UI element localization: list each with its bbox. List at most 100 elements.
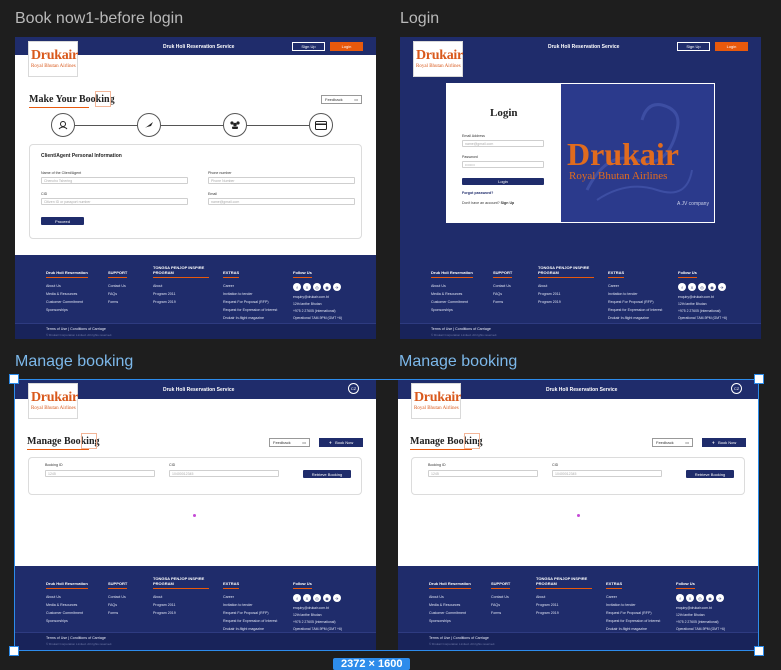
- instagram-icon[interactable]: ◎: [698, 283, 706, 291]
- contact-email: enquiry@drukair.com.bt: [678, 295, 714, 299]
- youtube-icon[interactable]: ◉: [708, 283, 716, 291]
- footer-link[interactable]: Program 2019: [538, 298, 594, 306]
- feedback-button[interactable]: Feedback ▭: [321, 95, 362, 104]
- contact-hours: Operational 7AM-9PM (GMT +6): [293, 316, 343, 320]
- title-orange-box: [95, 91, 111, 107]
- footer-link[interactable]: Contact Us: [108, 282, 127, 290]
- footer-link[interactable]: Program 2011: [538, 290, 594, 298]
- footer-link[interactable]: Drukair In-flight magazine: [608, 314, 662, 322]
- footer: Druk Holi Reservation About Us Media & R…: [15, 255, 376, 328]
- footer-heading: TONGSA PENJOP INSPIRE PROGRAM: [153, 265, 209, 278]
- footer-link[interactable]: Program 2019: [153, 298, 209, 306]
- footer-link[interactable]: Request for Expression of Interest: [608, 306, 662, 314]
- footer-link[interactable]: About Us: [46, 282, 88, 290]
- telegram-icon[interactable]: ✈: [718, 283, 726, 291]
- frame-login[interactable]: Druk Holi Reservation Service Sign Up Lo…: [400, 37, 761, 339]
- footer-link[interactable]: Sponsorships: [46, 306, 88, 314]
- card-step-icon[interactable]: [309, 113, 333, 137]
- footer-link[interactable]: Media & Resources: [431, 290, 473, 298]
- personal-info-card: Client/Agent Personal Information Name o…: [29, 144, 362, 239]
- no-account-text: Don't have an account? Sign Up: [462, 201, 514, 205]
- footer-heading: Follow Us: [293, 270, 312, 278]
- contact-email: enquiry@drukair.com.bt: [293, 295, 329, 299]
- frame-label-login[interactable]: Login: [400, 10, 439, 28]
- logo-sub: Royal Bhutan Airlines: [31, 64, 76, 69]
- login-submit-button[interactable]: Login: [462, 178, 544, 185]
- group-step-icon[interactable]: [223, 113, 247, 137]
- footer-link[interactable]: Sponsorships: [431, 306, 473, 314]
- signup-button[interactable]: Sign Up: [292, 42, 325, 51]
- footer-col-5: Follow Us f X ◎ ◉ ✈ enquiry@drukair.com.…: [293, 261, 342, 322]
- footer-link[interactable]: Media & Resources: [46, 290, 88, 298]
- frame-label-manage-2[interactable]: Manage booking: [399, 353, 517, 371]
- footer-link[interactable]: Customer Commitment: [46, 298, 88, 306]
- terms-link[interactable]: Terms of Use | Conditions of Carriage: [46, 327, 106, 331]
- email-label: Email Address: [462, 134, 485, 138]
- drukair-logo[interactable]: Drukair Royal Bhutan Airlines: [28, 41, 78, 77]
- login-button[interactable]: Login: [330, 42, 363, 51]
- footer-col-1: Druk Holi Reservation About Us Media & R…: [431, 261, 473, 314]
- footer-link[interactable]: Drukair In-flight magazine: [223, 314, 277, 322]
- email-field[interactable]: name@gmail.com: [462, 140, 544, 147]
- footer-heading: Druk Holi Reservation: [431, 270, 473, 278]
- user-step-icon[interactable]: [51, 113, 75, 137]
- phone-input[interactable]: Phone Number: [208, 177, 355, 184]
- selection-outline[interactable]: [14, 379, 759, 651]
- field-label: CID: [41, 192, 48, 196]
- signup-button[interactable]: Sign Up: [677, 42, 710, 51]
- email-input[interactable]: name@gmail.com: [208, 198, 355, 205]
- footer-link[interactable]: Career: [608, 282, 662, 290]
- footer-link[interactable]: Request for Expression of Interest: [223, 306, 277, 314]
- facebook-icon[interactable]: f: [678, 283, 686, 291]
- resize-handle-bottom-left[interactable]: [9, 646, 19, 656]
- footer-link[interactable]: Request For Proposal (RFP): [608, 298, 662, 306]
- cid-input[interactable]: Citizen ID or passport number: [41, 198, 188, 205]
- nav-title: Druk Holi Reservation Service: [163, 44, 235, 50]
- resize-handle-top-left[interactable]: [9, 374, 19, 384]
- plane-step-icon[interactable]: [137, 113, 161, 137]
- youtube-icon[interactable]: ◉: [323, 283, 331, 291]
- frame-book-now[interactable]: Druk Holi Reservation Service Sign Up Lo…: [15, 37, 376, 339]
- footer-heading: SUPPORT: [108, 270, 128, 278]
- contact-address: 12th lanthe Bhutan: [678, 302, 707, 306]
- resize-handle-bottom-right[interactable]: [754, 646, 764, 656]
- nav-title: Druk Holi Reservation Service: [548, 44, 620, 50]
- footer-link[interactable]: About: [538, 282, 594, 290]
- signup-link[interactable]: Sign Up: [501, 201, 515, 205]
- frame-label-manage-1[interactable]: Manage booking: [15, 353, 133, 371]
- footer-link[interactable]: Request For Proposal (RFP): [223, 298, 277, 306]
- footer-link[interactable]: Program 2011: [153, 290, 209, 298]
- footer-link[interactable]: Forms: [493, 298, 512, 306]
- footer-link[interactable]: Contact Us: [493, 282, 512, 290]
- resize-handle-top-right[interactable]: [754, 374, 764, 384]
- footer-col-3: TONGSA PENJOP INSPIRE PROGRAM About Prog…: [538, 261, 594, 306]
- password-field[interactable]: ••••••••: [462, 161, 544, 168]
- footer-link[interactable]: Invitation to tender: [223, 290, 277, 298]
- footer-link[interactable]: Customer Commitment: [431, 298, 473, 306]
- client-name-input[interactable]: Chencho Tshering: [41, 177, 188, 184]
- design-canvas: Book now1-before login Login Manage book…: [0, 0, 781, 670]
- drukair-logo[interactable]: Drukair Royal Bhutan Airlines: [413, 41, 463, 77]
- footer-col-3: TONGSA PENJOP INSPIRE PROGRAM About Prog…: [153, 261, 209, 306]
- forgot-password-link[interactable]: Forgot password?: [462, 191, 493, 195]
- footer-link[interactable]: About Us: [431, 282, 473, 290]
- logo-sub: Royal Bhutan Airlines: [416, 64, 461, 69]
- footer-link[interactable]: FAQs: [493, 290, 512, 298]
- footer-link[interactable]: Career: [223, 282, 277, 290]
- terms-link[interactable]: Terms of Use | Conditions of Carriage: [431, 327, 491, 331]
- proceed-button[interactable]: Proceed: [41, 217, 84, 225]
- x-icon[interactable]: X: [688, 283, 696, 291]
- footer-heading: Follow Us: [678, 270, 697, 278]
- footer-link[interactable]: Forms: [108, 298, 127, 306]
- contact-phone: +975 2 27605 (international): [678, 309, 721, 313]
- footer-link[interactable]: FAQs: [108, 290, 127, 298]
- footer-link[interactable]: Invitation to tender: [608, 290, 662, 298]
- instagram-icon[interactable]: ◎: [313, 283, 321, 291]
- login-button[interactable]: Login: [715, 42, 748, 51]
- feedback-label: Feedback: [325, 97, 343, 102]
- frame-label-book-now[interactable]: Book now1-before login: [15, 10, 183, 28]
- facebook-icon[interactable]: f: [293, 283, 301, 291]
- x-icon[interactable]: X: [303, 283, 311, 291]
- telegram-icon[interactable]: ✈: [333, 283, 341, 291]
- footer-link[interactable]: About: [153, 282, 209, 290]
